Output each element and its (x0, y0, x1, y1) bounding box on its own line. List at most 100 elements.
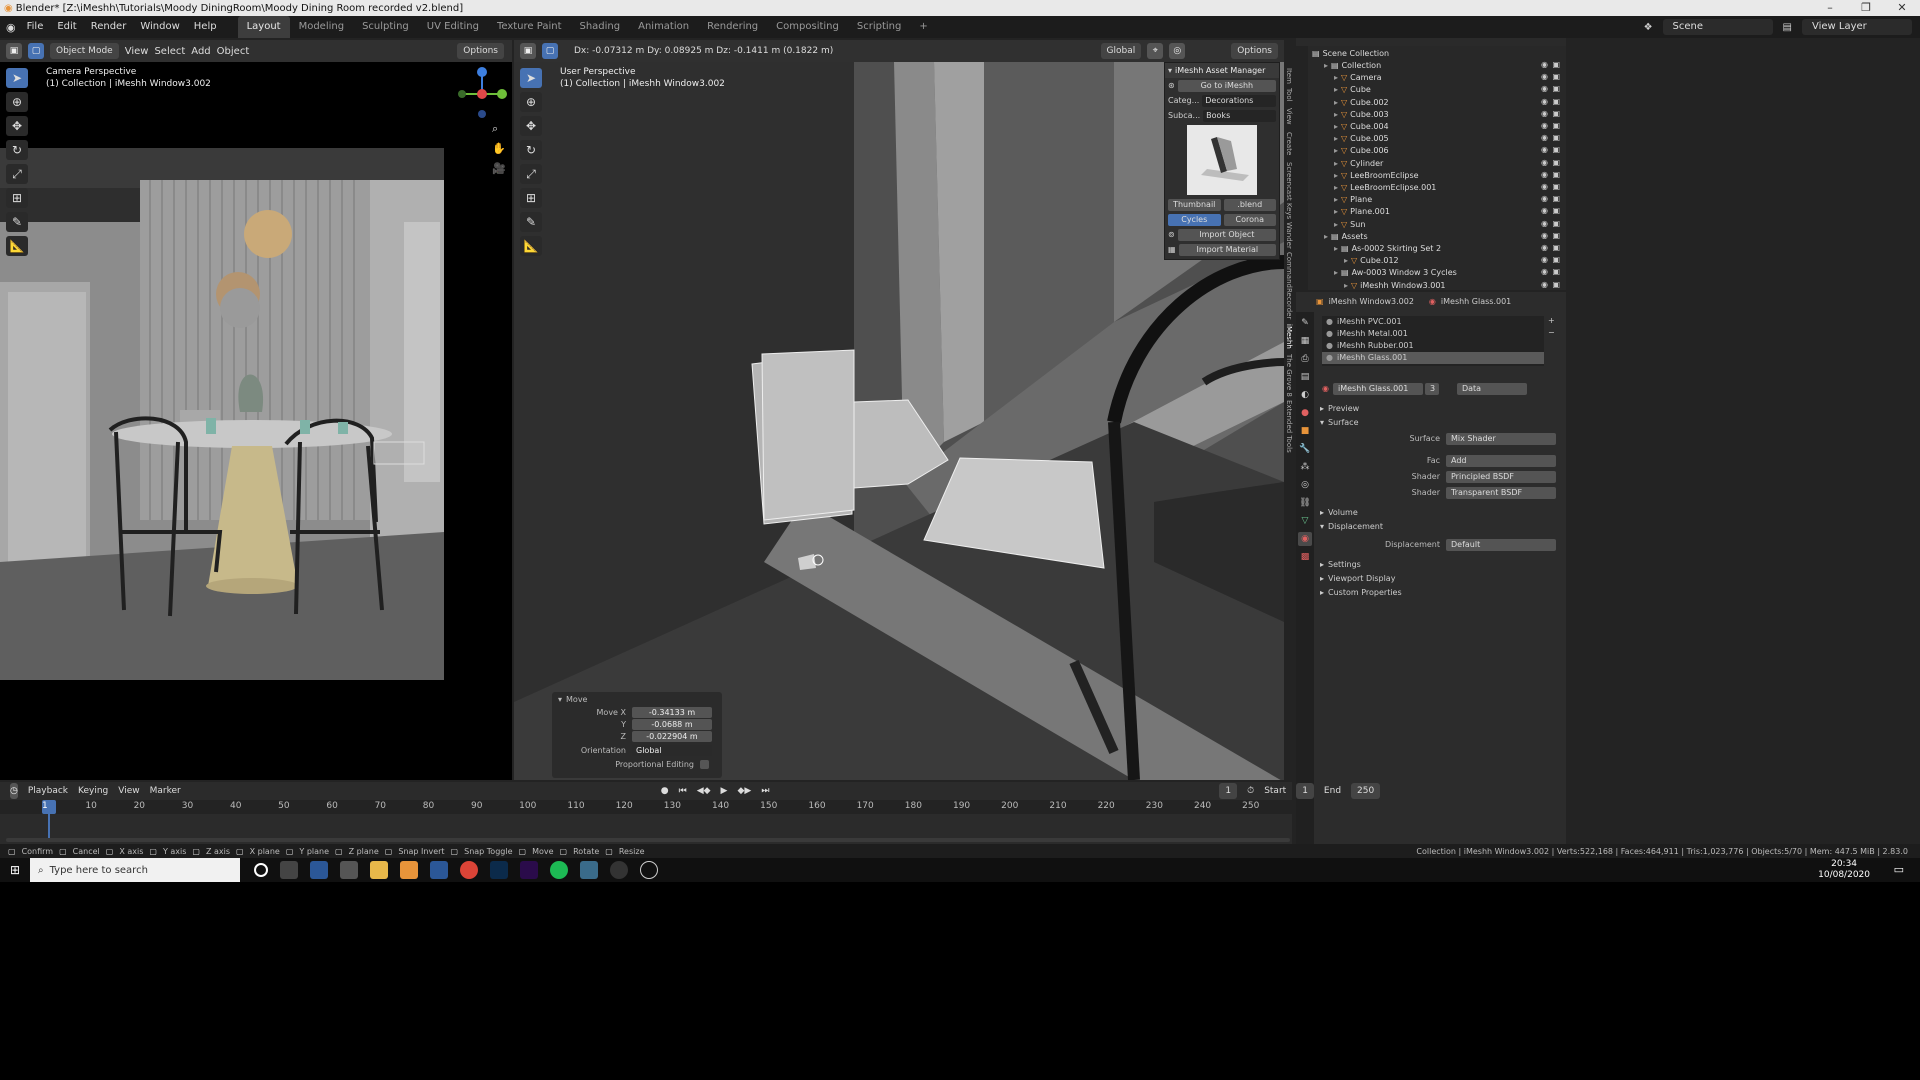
scene-tab-icon[interactable]: ◐ (1298, 388, 1312, 402)
expand-arrow-icon[interactable]: ▸ (1334, 158, 1338, 170)
move-z-field[interactable]: -0.022904 m (632, 730, 712, 742)
select-tool-icon[interactable]: ➤ (6, 68, 28, 88)
menu-object[interactable]: Object (217, 46, 250, 57)
outliner-item[interactable]: ▸ ▤ Aw-0003 Window 3 Cycles (1334, 267, 1554, 279)
render-camera-icon[interactable]: ▣ (1552, 133, 1560, 142)
outliner-root[interactable]: ▤ Scene Collection (1312, 48, 1389, 60)
right-scale-tool-icon[interactable]: ⤢ (520, 164, 542, 184)
visibility-eye-icon[interactable]: ◉ (1541, 121, 1548, 130)
proportional-icon[interactable]: ◎ (1169, 43, 1186, 59)
annotate-tool-icon[interactable]: ✎ (6, 212, 28, 232)
material-users-field[interactable]: 3 (1424, 382, 1439, 395)
panel-viewport-display[interactable]: ▸ Viewport Display (1320, 572, 1395, 585)
render-camera-icon[interactable]: ▣ (1552, 145, 1560, 154)
render-camera-icon[interactable]: ▣ (1552, 182, 1560, 191)
render-tab-icon[interactable]: ▦ (1298, 334, 1312, 348)
outliner-item[interactable]: ▸ ▤ Assets (1324, 231, 1554, 243)
menu-window[interactable]: Window (133, 16, 186, 38)
render-camera-icon[interactable]: ▣ (1552, 109, 1560, 118)
import-object-button[interactable]: Import Object (1177, 228, 1276, 241)
app-icon-3[interactable] (580, 861, 598, 879)
engine-corona-button[interactable]: Corona (1223, 213, 1276, 226)
data-tab-icon[interactable]: ▽ (1298, 514, 1312, 528)
select-box-icon[interactable]: ▢ (28, 43, 44, 59)
import-material-button[interactable]: Import Material (1178, 243, 1276, 256)
expand-arrow-icon[interactable]: ▸ (1334, 145, 1338, 157)
right-cursor-tool-icon[interactable]: ⊕ (520, 92, 542, 112)
surface-dropdown[interactable]: Mix Shader (1446, 432, 1556, 445)
outliner-item[interactable]: ▸ ▽ iMeshh Window3.001 (1344, 280, 1554, 292)
shader-dropdown-2[interactable]: Transparent BSDF (1446, 486, 1556, 499)
outliner-item[interactable]: ▸ ▽ LeeBroomEclipse (1334, 170, 1554, 182)
outliner-item[interactable]: ▸ ▽ LeeBroomEclipse.001 (1334, 182, 1554, 194)
navigation-gizmo[interactable] (452, 64, 512, 124)
material-slot[interactable]: ● iMeshh PVC.001 (1322, 316, 1544, 328)
visibility-eye-icon[interactable]: ◉ (1541, 133, 1548, 142)
tab-animation[interactable]: Animation (629, 16, 698, 38)
expand-arrow-icon[interactable]: ▸ (1344, 280, 1348, 292)
right-transform-tool-icon[interactable]: ⊞ (520, 188, 542, 208)
obs-icon[interactable] (610, 861, 628, 879)
right-select-tool-icon[interactable]: ➤ (520, 68, 542, 88)
outliner-item[interactable]: ▸ ▽ Cylinder (1334, 158, 1554, 170)
visibility-eye-icon[interactable]: ◉ (1541, 267, 1548, 276)
render-camera-icon[interactable]: ▣ (1552, 194, 1560, 203)
outliner-item[interactable]: ▸ ▽ Sun (1334, 219, 1554, 231)
expand-arrow-icon[interactable]: ▸ (1334, 84, 1338, 96)
object-tab-icon[interactable]: ■ (1298, 424, 1312, 438)
material-link-dropdown[interactable]: Data (1456, 382, 1527, 395)
outliner-item[interactable]: ▸ ▽ Cube (1334, 84, 1554, 96)
menu-render[interactable]: Render (84, 16, 134, 38)
timeline-editor-type-icon[interactable]: ◷ (10, 783, 18, 799)
collapse-icon[interactable]: ▾ (1168, 66, 1172, 75)
outliner-item[interactable]: ▸ ▤ As-0002 Skirting Set 2 (1334, 243, 1554, 255)
texture-tab-icon[interactable]: ▩ (1298, 550, 1312, 564)
calculator-icon[interactable] (430, 861, 448, 879)
visibility-eye-icon[interactable]: ◉ (1541, 219, 1548, 228)
tab-scripting[interactable]: Scripting (848, 16, 910, 38)
visibility-eye-icon[interactable]: ◉ (1541, 170, 1548, 179)
cortana-icon[interactable] (254, 863, 268, 877)
tab-rendering[interactable]: Rendering (698, 16, 767, 38)
render-camera-icon[interactable]: ▣ (1552, 170, 1560, 179)
tab-modeling[interactable]: Modeling (290, 16, 354, 38)
spotify-icon[interactable] (550, 861, 568, 879)
tool-tab-icon[interactable]: ✎ (1298, 316, 1312, 330)
expand-arrow-icon[interactable]: ▸ (1334, 121, 1338, 133)
snap-icon[interactable]: ⌖ (1147, 43, 1164, 59)
panel-displacement[interactable]: ▾ Displacement (1320, 520, 1383, 533)
sidebar-tab-wander[interactable]: Wander (1285, 222, 1293, 249)
visibility-eye-icon[interactable]: ◉ (1541, 158, 1548, 167)
scale-tool-icon[interactable]: ⤢ (6, 164, 28, 184)
panel-volume[interactable]: ▸ Volume (1320, 506, 1358, 519)
expand-arrow-icon[interactable]: ▸ (1334, 267, 1338, 279)
outliner-item[interactable]: ▸ ▽ Camera (1334, 72, 1554, 84)
render-camera-icon[interactable]: ▣ (1552, 97, 1560, 106)
expand-arrow-icon[interactable]: ▸ (1334, 219, 1338, 231)
tab-compositing[interactable]: Compositing (767, 16, 848, 38)
right-options-dropdown[interactable]: Options (1231, 43, 1278, 59)
menu-file[interactable]: File (20, 16, 51, 38)
right-rotate-tool-icon[interactable]: ↻ (520, 140, 542, 160)
outliner-item[interactable]: ▸ ▽ Cube.006 (1334, 145, 1554, 157)
panel-settings[interactable]: ▸ Settings (1320, 558, 1361, 571)
move-y-field[interactable]: -0.0688 m (632, 718, 712, 730)
panel-preview[interactable]: ▸ Preview (1320, 402, 1359, 415)
orientation-dropdown[interactable]: Global (632, 744, 712, 756)
visibility-eye-icon[interactable]: ◉ (1541, 243, 1548, 252)
engine-cycles-button[interactable]: Cycles (1168, 213, 1221, 226)
expand-arrow-icon[interactable]: ▸ (1344, 255, 1348, 267)
camera-viewport[interactable]: Camera Perspective (1) Collection | iMes… (0, 62, 512, 780)
visibility-eye-icon[interactable]: ◉ (1541, 206, 1548, 215)
tab-texture-paint[interactable]: Texture Paint (488, 16, 571, 38)
add-workspace-icon[interactable]: + (910, 16, 936, 38)
constraints-tab-icon[interactable]: ⛓ (1298, 496, 1312, 510)
menu-keying[interactable]: Keying (78, 786, 108, 796)
outliner-item[interactable]: ▸ ▽ Cube.003 (1334, 109, 1554, 121)
outliner-item[interactable]: ▸ ▽ Cube.005 (1334, 133, 1554, 145)
render-camera-icon[interactable]: ▣ (1552, 84, 1560, 93)
photoshop-icon[interactable] (490, 861, 508, 879)
tab-shading[interactable]: Shading (570, 16, 629, 38)
right-move-tool-icon[interactable]: ✥ (520, 116, 542, 136)
start-frame-field[interactable]: 1 (1296, 783, 1314, 799)
